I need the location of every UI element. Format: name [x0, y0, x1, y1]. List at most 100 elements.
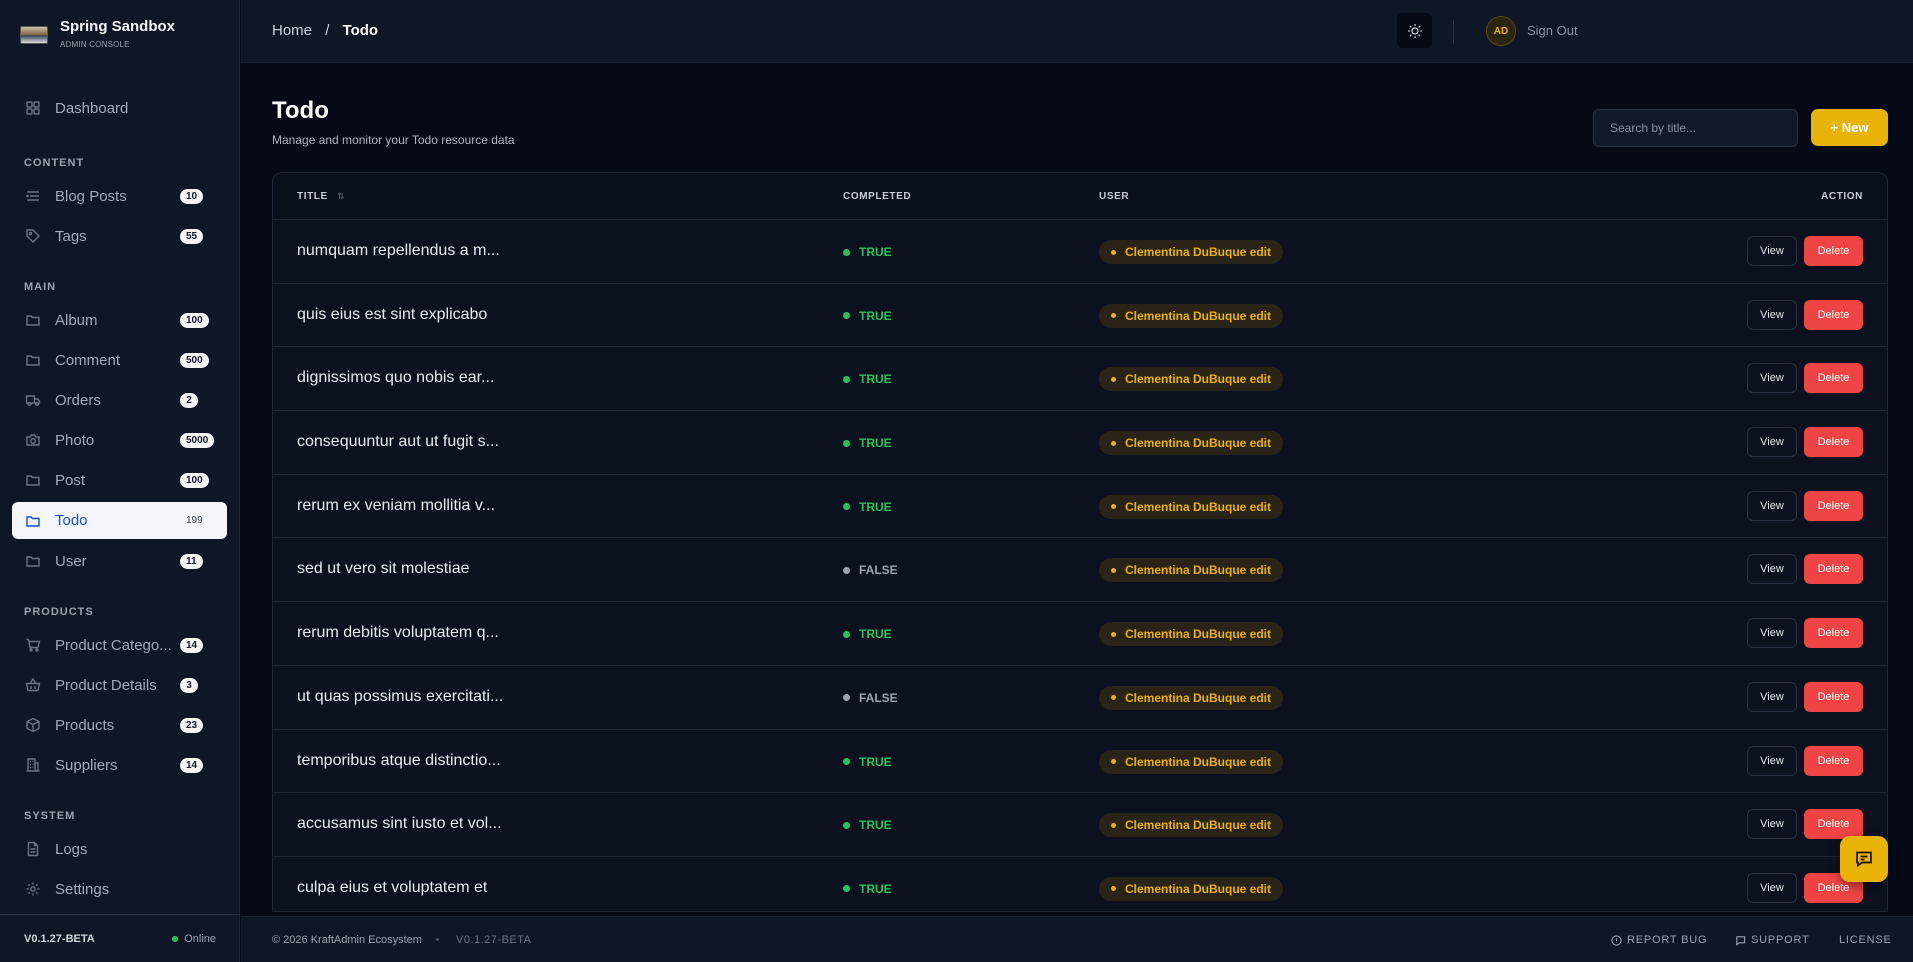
- user-chip[interactable]: Clementina DuBuque edit: [1099, 749, 1284, 774]
- status-dot-icon: [843, 248, 850, 256]
- view-button[interactable]: View: [1747, 236, 1797, 266]
- count-badge: 10: [180, 188, 204, 204]
- sidebar-item-label: Tags: [55, 227, 87, 245]
- status-badge: TRUE: [843, 818, 892, 832]
- license-link[interactable]: LICENSE: [1839, 934, 1892, 946]
- sidebar-item-blog-posts[interactable]: Blog Posts 10: [12, 176, 227, 216]
- sidebar-item-tags[interactable]: Tags 55: [12, 216, 227, 256]
- sidebar-item-product-categories[interactable]: Product Catego... 14: [12, 625, 227, 665]
- user-chip[interactable]: Clementina DuBuque edit: [1099, 813, 1284, 838]
- status-badge: TRUE: [843, 882, 892, 896]
- delete-button[interactable]: Delete: [1804, 618, 1863, 649]
- sidebar-item-label: Photo: [55, 431, 95, 449]
- sort-icon: ⇅: [337, 191, 346, 201]
- new-button[interactable]: + New: [1811, 109, 1888, 146]
- column-header-title[interactable]: TITLE ⇅: [297, 191, 345, 202]
- sign-out-button[interactable]: Sign Out: [1527, 23, 1578, 38]
- user-chip[interactable]: Clementina DuBuque edit: [1099, 558, 1284, 583]
- count-badge: 55: [180, 228, 204, 244]
- user-chip[interactable]: Clementina DuBuque edit: [1099, 240, 1284, 264]
- status-badge: TRUE: [843, 245, 892, 259]
- delete-button[interactable]: Delete: [1804, 236, 1863, 266]
- view-button[interactable]: View: [1747, 554, 1797, 585]
- tag-icon: [25, 228, 41, 244]
- delete-button[interactable]: Delete: [1804, 299, 1863, 330]
- support-link[interactable]: SUPPORT: [1735, 934, 1810, 946]
- view-button[interactable]: View: [1747, 872, 1797, 903]
- delete-button[interactable]: Delete: [1804, 745, 1863, 776]
- list-icon: [25, 188, 41, 204]
- app-version: V0.1.27-BETA: [24, 932, 95, 945]
- sidebar-item-products[interactable]: Products 23: [12, 705, 227, 745]
- user-chip[interactable]: Clementina DuBuque edit: [1099, 876, 1284, 901]
- user-dot-icon: [1111, 886, 1116, 892]
- user-chip[interactable]: Clementina DuBuque edit: [1099, 431, 1284, 456]
- sidebar-item-comment[interactable]: Comment 500: [12, 340, 227, 380]
- sidebar-item-photo[interactable]: Photo 5000: [12, 420, 227, 460]
- user-chip[interactable]: Clementina DuBuque edit: [1099, 303, 1284, 328]
- table-row: rerum debitis voluptatem q... TRUE Clement…: [273, 602, 1887, 666]
- view-button[interactable]: View: [1747, 745, 1797, 776]
- sidebar-item-label: Product Details: [55, 676, 157, 694]
- sidebar-item-logs[interactable]: Logs: [12, 829, 227, 869]
- user-dot-icon: [1111, 376, 1116, 382]
- user-dot-icon: [1111, 631, 1116, 637]
- count-badge: 14: [180, 637, 204, 653]
- report-bug-link[interactable]: REPORT BUG: [1611, 934, 1707, 946]
- user-chip[interactable]: Clementina DuBuque edit: [1099, 622, 1284, 647]
- view-button[interactable]: View: [1747, 809, 1797, 840]
- sidebar-item-label: Suppliers: [55, 756, 118, 774]
- user-chip[interactable]: Clementina DuBuque edit: [1099, 685, 1284, 710]
- sidebar-item-suppliers[interactable]: Suppliers 14: [12, 745, 227, 785]
- todo-title: consequuntur aut ut fugit s...: [297, 433, 499, 451]
- cart-icon: [25, 637, 41, 653]
- delete-button[interactable]: Delete: [1804, 490, 1863, 521]
- theme-toggle-button[interactable]: [1397, 13, 1432, 48]
- sidebar-item-dashboard[interactable]: Dashboard: [12, 88, 227, 128]
- sidebar-item-orders[interactable]: Orders 2: [12, 380, 227, 420]
- count-badge: 23: [180, 717, 204, 733]
- sidebar-item-settings[interactable]: Settings: [12, 869, 227, 909]
- user-name: Clementina DuBuque edit: [1125, 627, 1272, 642]
- delete-button[interactable]: Delete: [1804, 809, 1863, 840]
- user-dot-icon: [1111, 759, 1116, 764]
- user-name: Clementina DuBuque edit: [1125, 499, 1272, 514]
- search-input[interactable]: [1593, 109, 1798, 147]
- sidebar-item-post[interactable]: Post 100: [12, 460, 227, 500]
- sidebar-item-todo[interactable]: Todo 199: [12, 502, 227, 539]
- brand-subtitle: ADMIN CONSOLE: [60, 40, 130, 49]
- delete-button[interactable]: Delete: [1804, 681, 1863, 712]
- view-button[interactable]: View: [1747, 363, 1797, 394]
- status-badge: FALSE: [843, 691, 898, 705]
- chat-button[interactable]: [1840, 836, 1888, 882]
- user-chip[interactable]: Clementina DuBuque edit: [1099, 367, 1284, 392]
- delete-button[interactable]: Delete: [1804, 363, 1863, 394]
- sidebar-item-user[interactable]: User 11: [12, 541, 227, 581]
- status-badge: TRUE: [843, 500, 892, 514]
- view-button[interactable]: View: [1747, 299, 1797, 330]
- breadcrumb-separator: /: [325, 22, 330, 39]
- basket-icon: [25, 677, 41, 693]
- column-header-action: ACTION: [1821, 191, 1863, 202]
- breadcrumb-home[interactable]: Home: [272, 22, 312, 39]
- avatar[interactable]: AD: [1486, 16, 1516, 46]
- user-chip[interactable]: Clementina DuBuque edit: [1099, 494, 1284, 519]
- view-button[interactable]: View: [1747, 490, 1797, 521]
- section-label-system: SYSTEM: [24, 810, 76, 822]
- view-button[interactable]: View: [1747, 618, 1797, 649]
- sidebar-item-album[interactable]: Album 100: [12, 300, 227, 340]
- view-button[interactable]: View: [1747, 681, 1797, 712]
- status-text: TRUE: [859, 499, 892, 514]
- folder-icon: [25, 553, 41, 569]
- todo-title: temporibus atque distinctio...: [297, 751, 501, 769]
- sidebar-item-label: Orders: [55, 391, 101, 409]
- brand[interactable]: Spring Sandbox ADMIN CONSOLE: [0, 0, 239, 62]
- delete-button[interactable]: Delete: [1804, 427, 1863, 458]
- view-button[interactable]: View: [1747, 427, 1797, 458]
- delete-button[interactable]: Delete: [1804, 554, 1863, 585]
- sidebar-item-product-details[interactable]: Product Details 3: [12, 665, 227, 705]
- status-text: TRUE: [859, 436, 892, 451]
- status-badge: TRUE: [843, 309, 892, 323]
- folder-icon: [25, 513, 41, 529]
- count-badge: 3: [180, 677, 198, 693]
